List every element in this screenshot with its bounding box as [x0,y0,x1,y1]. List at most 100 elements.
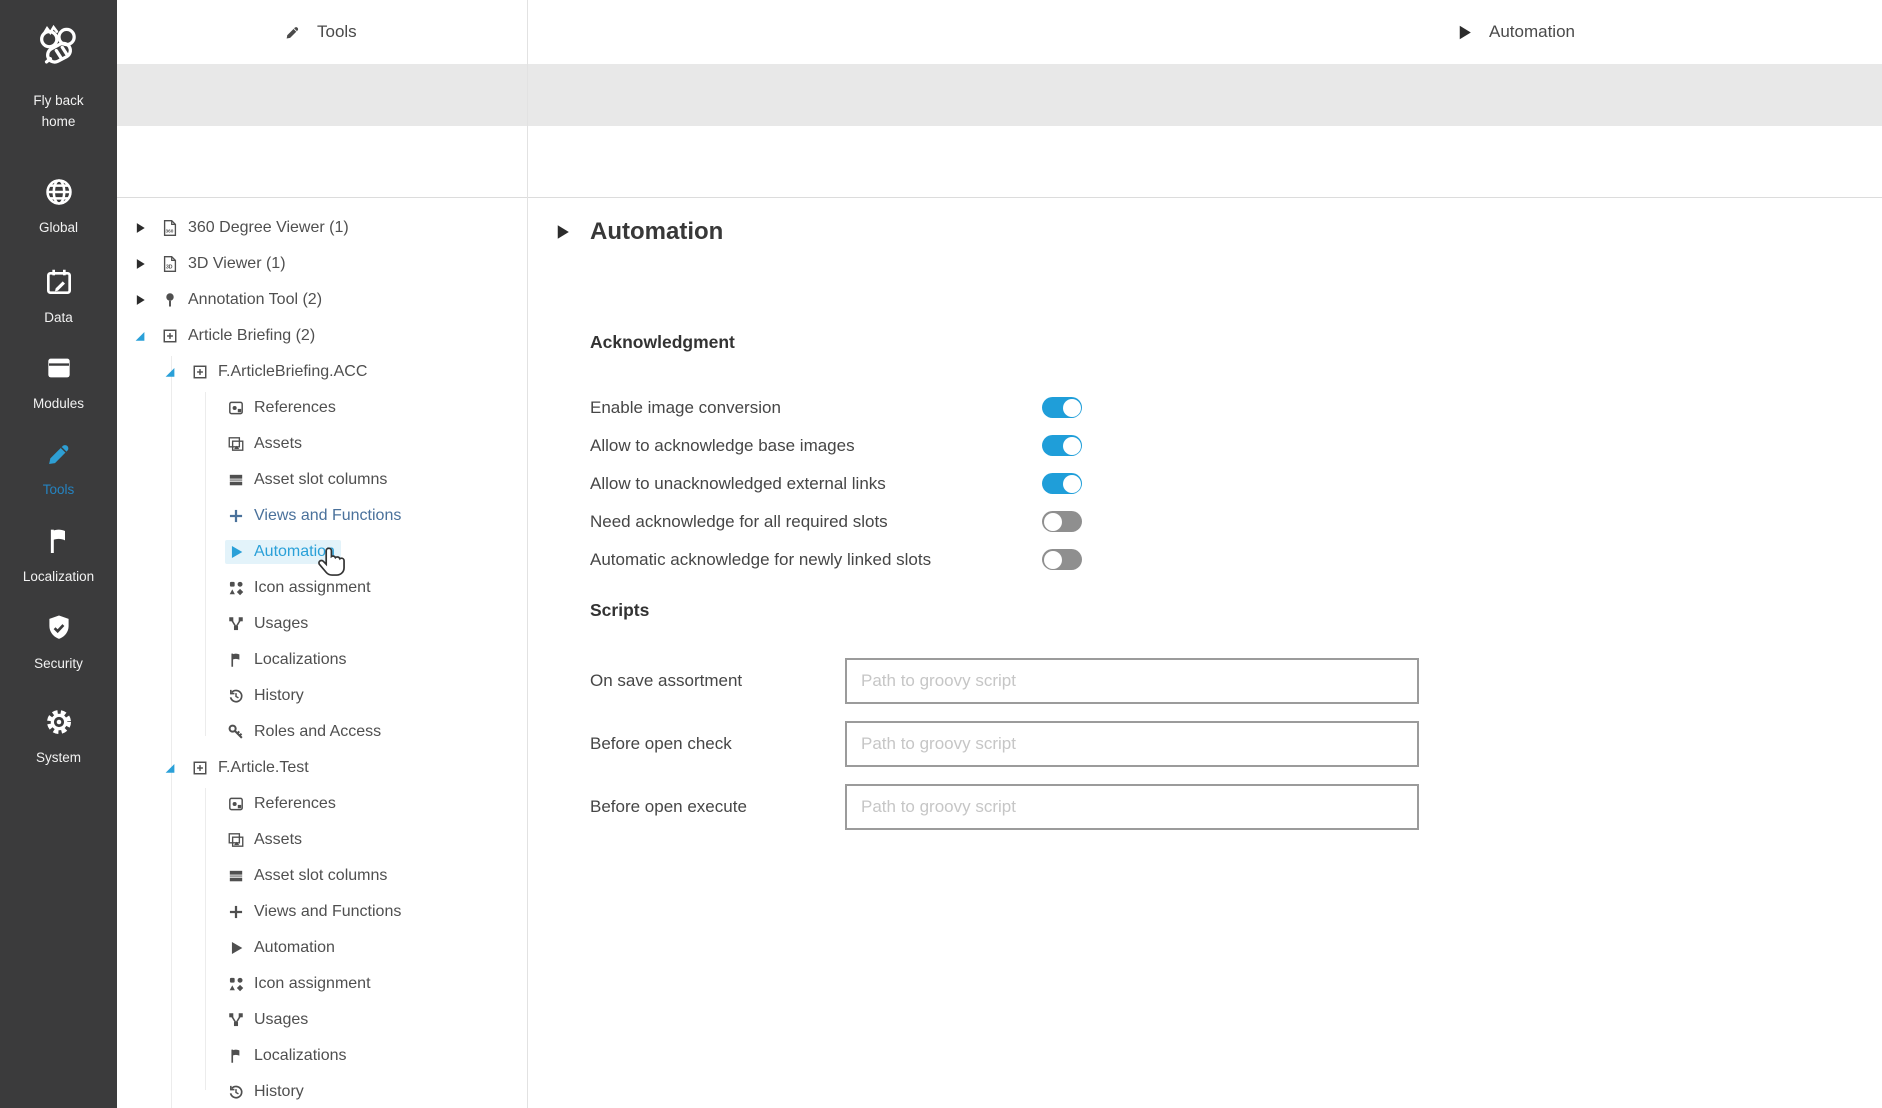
app-root: Fly back home Global Data Modules Tools Local… [0,0,1882,1108]
tree-item-content: F.ArticleBriefing.ACC [189,360,373,384]
tree-item-label: Icon assignment [254,579,371,597]
sidebar-item-localization[interactable]: Localization [0,525,117,588]
icon-assignment-icon [227,975,245,993]
tree-item-content: References [225,792,342,816]
assets-icon [227,831,245,849]
sidebar-item-tools[interactable]: Tools [0,438,117,501]
collapse-arrow-icon[interactable] [133,329,147,343]
toggle-knob [1063,475,1081,493]
toggle-switch-enable-image-conversion[interactable] [1042,397,1082,418]
tools-panel-title: Tools [317,22,357,42]
tree-item-localizations[interactable]: Localizations [117,642,527,678]
sidebar-item-fly-back-home[interactable]: Fly back home [0,24,117,133]
toggle-knob [1044,551,1062,569]
field-label-before-open-execute: Before open execute [590,797,747,817]
tree-item-usages[interactable]: Usages [117,606,527,642]
tree-item-f-article-test[interactable]: F.Article.Test [117,750,527,786]
shield-check-icon [43,612,75,644]
svg-text:360: 360 [166,229,174,235]
page-title-text: Automation [590,218,723,246]
script-path-input-before-open-check[interactable] [845,721,1419,767]
usages-icon [227,1011,245,1029]
tree-item-icon-assignment[interactable]: Icon assignment [117,966,527,1002]
tree-item-views-and-functions[interactable]: Views and Functions [117,498,527,534]
expand-arrow-icon[interactable] [133,293,147,307]
scripts-heading: Scripts [590,600,649,621]
toggle-switch-allow-to-unacknowledged-external-links[interactable] [1042,473,1082,494]
tree-item-label: 360 Degree Viewer (1) [188,219,349,237]
tree-item-asset-slot-columns[interactable]: Asset slot columns [117,858,527,894]
sidebar-item-system[interactable]: System [0,706,117,769]
document-360-icon: 360 [161,219,179,237]
tree-item-label: History [254,687,304,705]
toggle-label: Allow to unacknowledged external links [590,474,886,493]
bee-icon [33,24,85,76]
tree-item-references[interactable]: References [117,786,527,822]
tree-item-automation[interactable]: Automation [117,930,527,966]
tree-item-content: Usages [225,1008,314,1032]
tree-item-roles-and-access[interactable]: Roles and Access [117,714,527,750]
collapse-arrow-icon[interactable] [163,365,177,379]
history-icon [227,1083,245,1101]
play-icon [1455,23,1474,42]
toggle-switch-need-acknowledge-for-all-required-slots[interactable] [1042,511,1082,532]
tree-item-content: Views and Functions [225,900,407,924]
collapse-arrow-icon[interactable] [163,761,177,775]
automation-panel-title: Automation [1489,22,1575,42]
expand-arrow-icon[interactable] [133,257,147,271]
sidebar-item-label: Global [0,218,117,239]
tree-item-label: References [254,795,336,813]
plus-icon [227,903,245,921]
tree-item-360-degree-viewer-1[interactable]: 360 360 Degree Viewer (1) [117,210,527,246]
tree-item-content: References [225,396,342,420]
gear-icon [43,706,75,738]
tree-item-label: Asset slot columns [254,867,387,885]
expand-arrow-icon[interactable] [133,221,147,235]
sidebar-item-security[interactable]: Security [0,612,117,675]
tree-item-icon-assignment[interactable]: Icon assignment [117,570,527,606]
tree-item-history[interactable]: History [117,1074,527,1108]
tree-item-label: Views and Functions [254,507,401,525]
tree-item-asset-slot-columns[interactable]: Asset slot columns [117,462,527,498]
references-icon [227,795,245,813]
sidebar-item-data[interactable]: Data [0,266,117,329]
tree-item-label: References [254,399,336,417]
tree-item-assets[interactable]: Assets [117,822,527,858]
tree-item-localizations[interactable]: Localizations [117,1038,527,1074]
sidebar-item-label: Tools [0,480,117,501]
sidebar-item-label: Modules [0,394,117,415]
sidebar-item-global[interactable]: Global [0,176,117,239]
sidebar-item-label: Localization [0,567,117,588]
tree-item-annotation-tool-2[interactable]: Annotation Tool (2) [117,282,527,318]
tree-item-3d-viewer-1[interactable]: 3D3D Viewer (1) [117,246,527,282]
tree-item-automation[interactable]: Automation [117,534,527,570]
tree-item-label: Asset slot columns [254,471,387,489]
field-label-before-open-check: Before open check [590,734,732,754]
script-path-input-before-open-execute[interactable] [845,784,1419,830]
toggle-row-enable-image-conversion: Enable image conversion [590,389,1150,427]
pin-icon [161,291,179,309]
toggle-row-need-acknowledge-for-all-required-slots: Need acknowledge for all required slots [590,503,1150,541]
tree-item-usages[interactable]: Usages [117,1002,527,1038]
sidebar-item-modules[interactable]: Modules [0,352,117,415]
tree-item-f-articlebriefing-acc[interactable]: F.ArticleBriefing.ACC [117,354,527,390]
script-path-input-on-save-assortment[interactable] [845,658,1419,704]
tree-item-label: Usages [254,615,308,633]
tree-item-references[interactable]: References [117,390,527,426]
tree-item-views-and-functions[interactable]: Views and Functions [117,894,527,930]
tree-item-content: Usages [225,612,314,636]
play-icon [227,939,245,957]
tree-item-content: Automation [225,540,341,564]
panel-divider [527,0,528,1108]
tree-item-label: Automation [254,939,335,957]
modules-box-icon [43,352,75,384]
tree-item-content: Annotation Tool (2) [159,288,328,312]
asset-slot-columns-icon [227,471,245,489]
automation-panel-header: Automation [1455,0,1575,64]
toggle-switch-automatic-acknowledge-for-newly-linked-slots[interactable] [1042,549,1082,570]
toggle-switch-allow-to-acknowledge-base-images[interactable] [1042,435,1082,456]
tree-item-history[interactable]: History [117,678,527,714]
tree-item-assets[interactable]: Assets [117,426,527,462]
toggle-label: Allow to acknowledge base images [590,436,855,455]
tree-item-article-briefing-2[interactable]: Article Briefing (2) [117,318,527,354]
